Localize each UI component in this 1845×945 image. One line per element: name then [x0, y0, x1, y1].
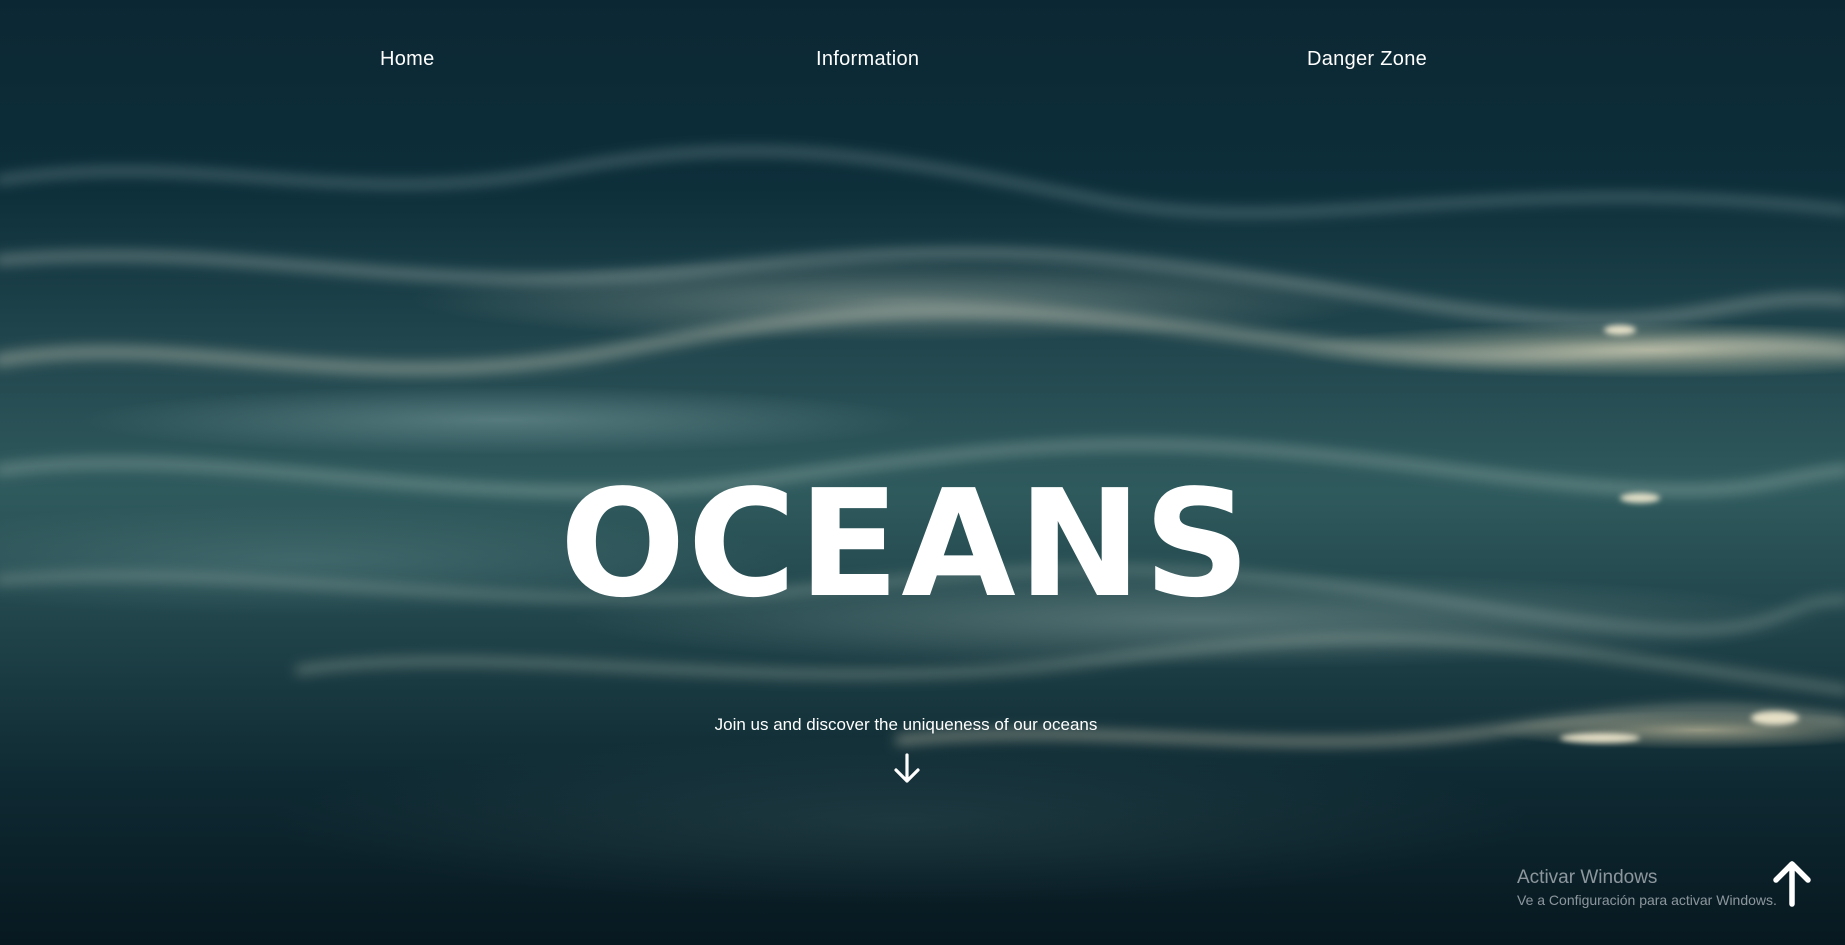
nav-link-home[interactable]: Home	[380, 48, 435, 71]
hero-subtitle: Join us and discover the uniqueness of o…	[714, 715, 1098, 734]
arrow-down-icon	[894, 753, 920, 783]
back-to-top-button[interactable]	[1770, 858, 1814, 908]
windows-activation-title: Activar Windows	[1517, 867, 1658, 888]
windows-activation-watermark: Activar Windows Ve a Configuración para …	[1517, 866, 1777, 910]
landing-page: Home Information Danger Zone OCEANS Join…	[0, 0, 1845, 945]
nav-link-information[interactable]: Information	[816, 48, 919, 71]
main-navigation: Home Information Danger Zone	[0, 0, 1845, 120]
hero-title: OCEANS	[559, 458, 1253, 631]
windows-activation-subtitle: Ve a Configuración para activar Windows.	[1517, 892, 1777, 908]
scroll-down-button[interactable]	[892, 752, 922, 786]
arrow-up-icon	[1773, 861, 1811, 907]
nav-link-danger-zone[interactable]: Danger Zone	[1307, 48, 1427, 71]
